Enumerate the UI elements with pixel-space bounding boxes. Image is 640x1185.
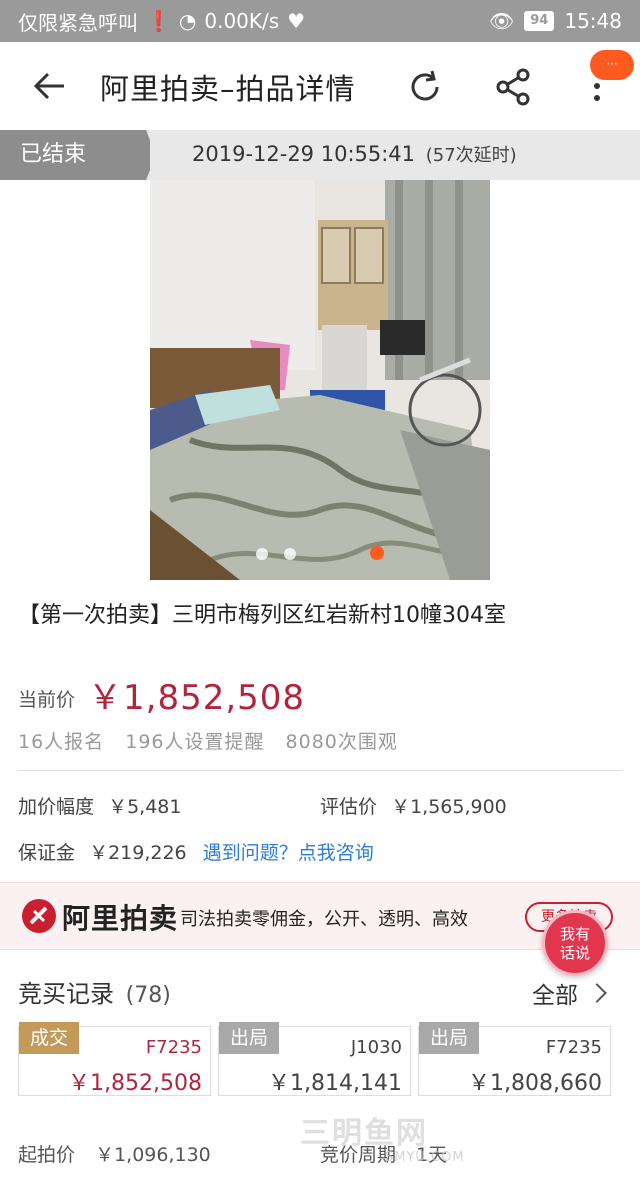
brand-slogan: 司法拍卖零佣金，公开、透明、高效 (180, 909, 468, 930)
carrier-text: 仅限紧急呼叫 (18, 10, 138, 35)
eye-icon: 👁 (488, 9, 515, 33)
deposit-value: ￥219,226 (89, 842, 187, 864)
help-link[interactable]: 遇到问题？点我咨询 (203, 842, 374, 864)
status-bar: 仅限紧急呼叫 ❗ ◔ 0.00K/s ♥ 👁 94 15:48 (0, 0, 640, 42)
watermark: 三明鱼网 (300, 1116, 428, 1151)
appraisal-row: 评估价 ￥1,565,900 (320, 792, 507, 819)
auction-status-strip: 已结束 2019-12-29 10:55:41 (57次延时) (0, 130, 640, 180)
bidder-id: J1030 (350, 1037, 402, 1058)
item-stats: 16人报名 196人设置提醒 8080次围观 (18, 727, 412, 754)
sim-alert-icon: ❗ (146, 9, 171, 33)
bid-tag: 成交 (19, 1022, 79, 1054)
brand-name: 阿里拍卖 (62, 902, 179, 935)
clock: 15:48 (564, 9, 622, 33)
price-label: 当前价 (18, 689, 76, 711)
bid-records-header: 竞买记录 (78) (18, 974, 171, 1009)
bid-card[interactable]: 出局 F7235 ￥1,808,660 (418, 1022, 611, 1096)
divider (18, 770, 622, 771)
item-photo[interactable] (150, 180, 490, 580)
back-arrow-icon[interactable] (30, 66, 70, 106)
chat-line-1: 我有 (559, 925, 590, 943)
bedroom-photo-image (150, 180, 490, 580)
deposit-row: 保证金 ￥219,226 遇到问题？点我咨询 (18, 838, 374, 865)
bid-records-count: (78) (125, 983, 171, 1008)
status-badge: 已结束 (0, 130, 150, 180)
bidder-id: F7235 (145, 1037, 202, 1058)
carousel-dot-2[interactable] (284, 548, 296, 560)
bid-amount: ￥1,852,508 (68, 1071, 202, 1096)
refresh-icon[interactable] (405, 67, 445, 107)
view-count: 8080次围观 (285, 731, 398, 753)
all-label: 全部 (532, 983, 578, 1009)
current-price: ￥1,852,508 (88, 678, 306, 718)
bidder-id: F7235 (545, 1037, 602, 1058)
page-title: 阿里拍卖–拍品详情 (100, 72, 356, 106)
message-badge[interactable]: ··· (590, 50, 634, 80)
carousel-dot-active[interactable] (370, 546, 384, 560)
watermark-sub: SMYU.COM (385, 1150, 465, 1165)
starting-price-value: ￥1,096,130 (95, 1144, 211, 1166)
feedback-chat-button[interactable]: 我有 话说 (542, 910, 608, 976)
appraisal-value: ￥1,565,900 (391, 796, 507, 818)
bid-records-title: 竞买记录 (18, 980, 114, 1008)
heart-icon: ♥ (287, 9, 306, 33)
starting-price-row: 起拍价 ￥1,096,130 (18, 1140, 211, 1167)
bid-amount: ￥1,814,141 (268, 1071, 402, 1096)
ali-auction-logo-icon (22, 899, 56, 933)
chevron-right-icon (587, 983, 607, 1003)
end-time-value: 2019-12-29 10:55:41 (192, 142, 416, 166)
wifi-icon: ◔ (178, 9, 197, 33)
bid-tag: 出局 (219, 1022, 279, 1054)
carousel-dot-1[interactable] (256, 548, 268, 560)
reminder-count: 196人设置提醒 (125, 731, 265, 753)
deposit-label: 保证金 (18, 842, 76, 864)
battery-indicator: 94 (524, 11, 555, 31)
bid-tag: 出局 (419, 1022, 479, 1054)
extension-count: (57次延时) (425, 145, 517, 166)
bid-records-all-link[interactable]: 全部 (532, 976, 607, 1010)
starting-price-label: 起拍价 (18, 1144, 76, 1166)
title-bar: 阿里拍卖–拍品详情 ··· (0, 42, 640, 130)
chat-line-2: 话说 (559, 944, 590, 962)
bid-amount: ￥1,808,660 (468, 1071, 602, 1096)
network-speed: 0.00K/s (204, 9, 280, 33)
end-time: 2019-12-29 10:55:41 (57次延时) (192, 141, 517, 167)
appraisal-label: 评估价 (320, 796, 378, 818)
increment-value: ￥5,481 (108, 796, 182, 818)
increment-label: 加价幅度 (18, 796, 95, 818)
share-icon[interactable] (493, 67, 533, 107)
signup-count: 16人报名 (18, 731, 105, 753)
increment-row: 加价幅度 ￥5,481 (18, 792, 181, 819)
bid-card[interactable]: 成交 F7235 ￥1,852,508 (18, 1022, 211, 1096)
bid-card[interactable]: 出局 J1030 ￥1,814,141 (218, 1022, 411, 1096)
item-title: 【第一次拍卖】三明市梅列区红岩新村10幢304室 (18, 603, 506, 628)
